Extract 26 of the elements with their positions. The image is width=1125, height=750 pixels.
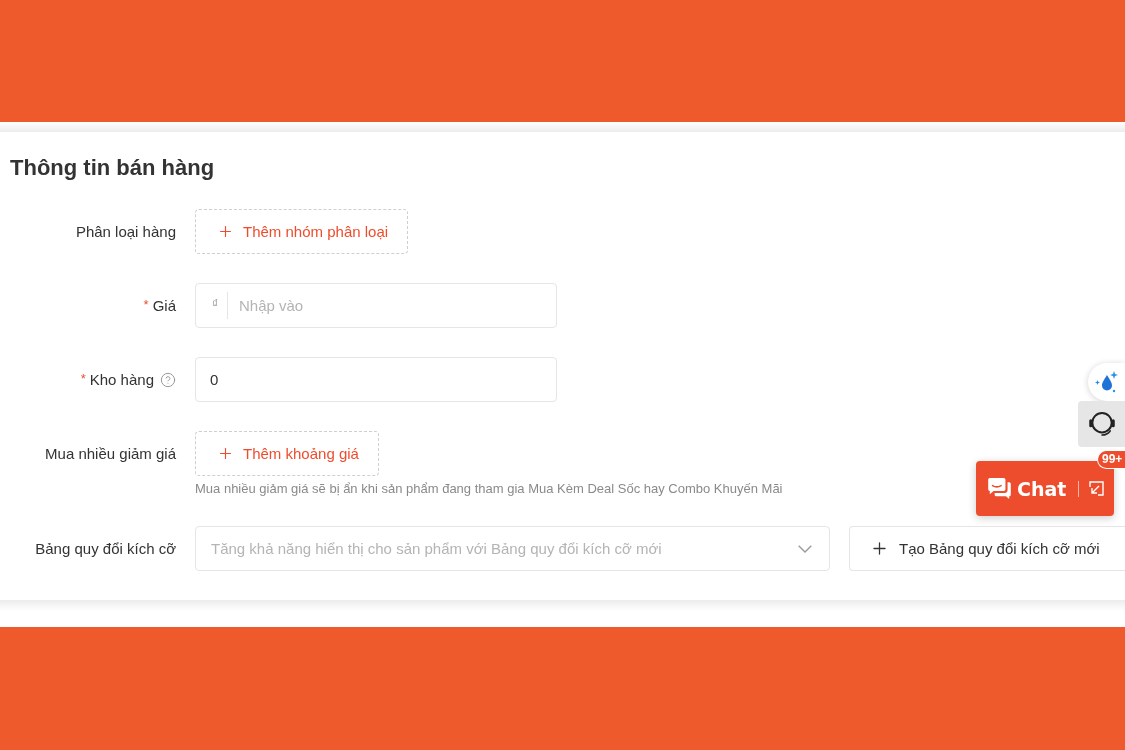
add-button[interactable]: Thêm khoảng giá (195, 431, 379, 476)
field-label: Kho hàng (89, 371, 154, 388)
water-drop-sparkle-icon (1094, 371, 1119, 393)
section-title: Thông tin bán hàng (10, 155, 215, 181)
support-button[interactable] (1078, 401, 1125, 447)
plus-icon (870, 539, 889, 558)
help-icon[interactable] (160, 371, 176, 388)
field-label: Phân loại hàng (75, 223, 176, 240)
field-label: Bảng quy đổi kích cỡ (35, 540, 176, 557)
select-field[interactable]: Tăng khả năng hiển thị cho sản phẩm với Bảng quy đổi kích cỡ mới (195, 526, 830, 571)
required-mark: * (80, 371, 86, 388)
currency-prefix: ₫ (210, 292, 229, 319)
field-label: Mua nhiều giảm giá (45, 445, 176, 462)
create-button[interactable]: Tạo Bảng quy đổi kích cỡ mới (849, 526, 1125, 571)
input-field[interactable]: 0 (195, 357, 557, 402)
notification-badge: 99+ (1097, 450, 1125, 469)
hint-text: Mua nhiều giảm giá sẽ bị ẩn khi sản phẩm đang tham gia Mua Kèm Deal Sốc hay Combo Khuyến Mãi (195, 481, 783, 497)
plus-icon (217, 223, 234, 240)
chat-bubbles-icon (988, 478, 1011, 499)
headset-icon (1088, 412, 1115, 436)
plus-icon (217, 445, 234, 462)
add-button[interactable]: Thêm nhóm phân loại (195, 209, 409, 254)
chevron-down-icon (798, 544, 812, 553)
field-label: Giá (152, 297, 176, 314)
required-mark: * (143, 297, 149, 314)
popout-icon[interactable] (1089, 481, 1105, 496)
